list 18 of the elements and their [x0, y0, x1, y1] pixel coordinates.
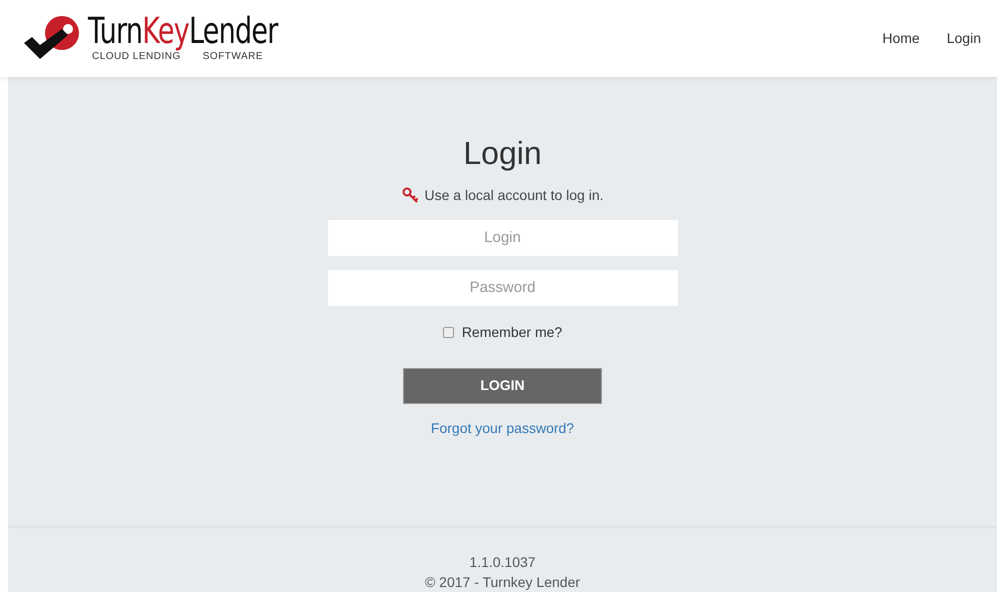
nav-link[interactable]: Home	[882, 28, 920, 49]
nav-link[interactable]: Login	[946, 28, 981, 49]
remember-checkbox[interactable]	[442, 326, 454, 338]
remember-label: Remember me?	[462, 322, 562, 342]
version-text: 1.1.0.1037	[469, 553, 536, 572]
logo-text: Lender	[188, 14, 278, 50]
copyright-text: © 2017 - Turnkey Lender	[424, 573, 580, 592]
login-button[interactable]: LOGIN	[403, 368, 602, 404]
logo-tagline: CLOUD LENDING	[92, 52, 181, 62]
forgot-password-link[interactable]: Forgot your password?	[430, 418, 574, 439]
login-field[interactable]: Login	[328, 220, 678, 256]
hint-text: Use a local account to log in.	[424, 186, 604, 205]
password-field[interactable]: Password	[328, 270, 678, 306]
page-title: Login	[463, 134, 542, 173]
logo-text: Key	[142, 14, 189, 50]
logo-text: Turn	[88, 14, 142, 50]
logo-tagline: SOFTWARE	[202, 52, 264, 62]
key-icon	[402, 187, 420, 204]
